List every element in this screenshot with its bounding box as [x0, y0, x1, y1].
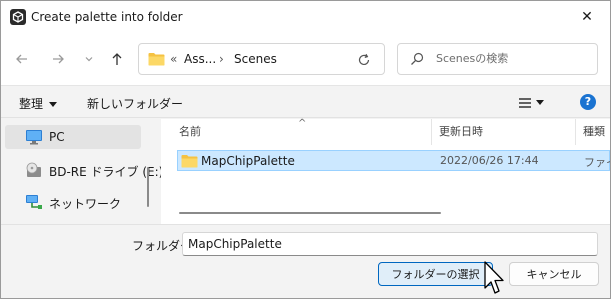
cancel-button[interactable]: キャンセル — [509, 262, 599, 286]
column-header-name[interactable]: 名前 — [179, 123, 201, 139]
search-icon — [411, 52, 424, 65]
window-title: Create palette into folder — [31, 10, 183, 24]
refresh-icon — [358, 53, 370, 66]
mouse-cursor-icon — [484, 261, 504, 294]
column-divider[interactable] — [575, 119, 576, 145]
command-bar: 整理 新しいフォルダー ? — [1, 85, 610, 118]
address-bar[interactable]: « Ass... › Scenes — [138, 43, 385, 75]
network-icon — [26, 195, 42, 209]
arrow-right-icon — [53, 54, 64, 64]
title-bar: Create palette into folder ✕ — [1, 1, 610, 33]
pc-icon — [26, 130, 42, 145]
refresh-button[interactable] — [354, 50, 374, 70]
file-row[interactable]: MapChipPalette 2022/06/26 17:44 ファイル — [177, 150, 610, 171]
cancel-label: キャンセル — [526, 268, 582, 281]
breadcrumb-assets[interactable]: Ass... — [184, 52, 216, 66]
nav-pane-scrollbar[interactable] — [147, 167, 149, 207]
column-header-modified[interactable]: 更新日時 — [439, 123, 483, 139]
folder-icon — [181, 155, 198, 168]
nav-item-bd-re-drive[interactable]: BD-RE ドライブ (E:) — [5, 158, 163, 182]
new-folder-button[interactable]: 新しいフォルダー — [87, 95, 183, 112]
navigation-bar: « Ass... › Scenes — [1, 33, 610, 85]
dialog-footer: フォルダー: フォルダーの選択 キャンセル — [1, 224, 610, 298]
search-input[interactable] — [436, 52, 586, 65]
file-type: ファイル — [584, 156, 610, 169]
organize-button[interactable]: 整理 — [19, 95, 58, 112]
select-folder-button[interactable]: フォルダーの選択 — [378, 262, 493, 286]
folder-icon — [148, 53, 165, 66]
dialog-window: Create palette into folder ✕ « Ass... › … — [0, 0, 611, 299]
select-folder-label: フォルダーの選択 — [391, 268, 480, 281]
app-icon — [10, 9, 26, 25]
horizontal-scrollbar[interactable] — [179, 212, 441, 214]
up-button[interactable] — [105, 47, 129, 71]
help-button[interactable]: ? — [580, 94, 596, 110]
column-header-type[interactable]: 種類 — [583, 123, 605, 139]
forward-button[interactable] — [46, 47, 70, 71]
arrow-left-icon — [16, 54, 27, 64]
list-view-icon — [519, 98, 531, 108]
help-icon: ? — [584, 95, 592, 108]
nav-item-label: ネットワーク — [49, 197, 122, 211]
optical-drive-icon — [26, 162, 41, 177]
breadcrumb-separator: › — [219, 52, 224, 66]
caret-down-icon — [536, 100, 544, 105]
file-name: MapChipPalette — [201, 154, 295, 168]
new-folder-label: 新しいフォルダー — [87, 97, 184, 111]
caret-down-icon — [49, 102, 58, 107]
nav-item-pc[interactable]: PC — [5, 125, 141, 149]
chevron-down-icon — [85, 57, 93, 62]
search-box[interactable] — [397, 43, 598, 75]
file-modified-date: 2022/06/26 17:44 — [440, 154, 539, 167]
address-overflow[interactable]: « — [170, 52, 177, 66]
column-divider[interactable] — [431, 119, 432, 145]
navigation-pane: PC BD-RE ドライブ (E:) ネットワーク — [1, 119, 163, 224]
breadcrumb-scenes[interactable]: Scenes — [234, 52, 277, 66]
folder-name-field[interactable] — [182, 232, 598, 256]
view-options-button[interactable] — [516, 94, 552, 112]
nav-item-label: PC — [49, 130, 65, 144]
arrow-up-icon — [112, 53, 122, 65]
recent-locations-button[interactable] — [77, 47, 101, 71]
close-button[interactable]: ✕ — [564, 1, 610, 33]
organize-label: 整理 — [19, 97, 44, 111]
file-list: ^ 名前 更新日時 種類 MapChipPalette 2022/06/26 1… — [161, 118, 610, 224]
nav-item-network[interactable]: ネットワーク — [5, 190, 141, 214]
close-icon: ✕ — [581, 9, 593, 25]
sort-ascending-icon: ^ — [298, 118, 307, 129]
back-button[interactable] — [10, 47, 34, 71]
